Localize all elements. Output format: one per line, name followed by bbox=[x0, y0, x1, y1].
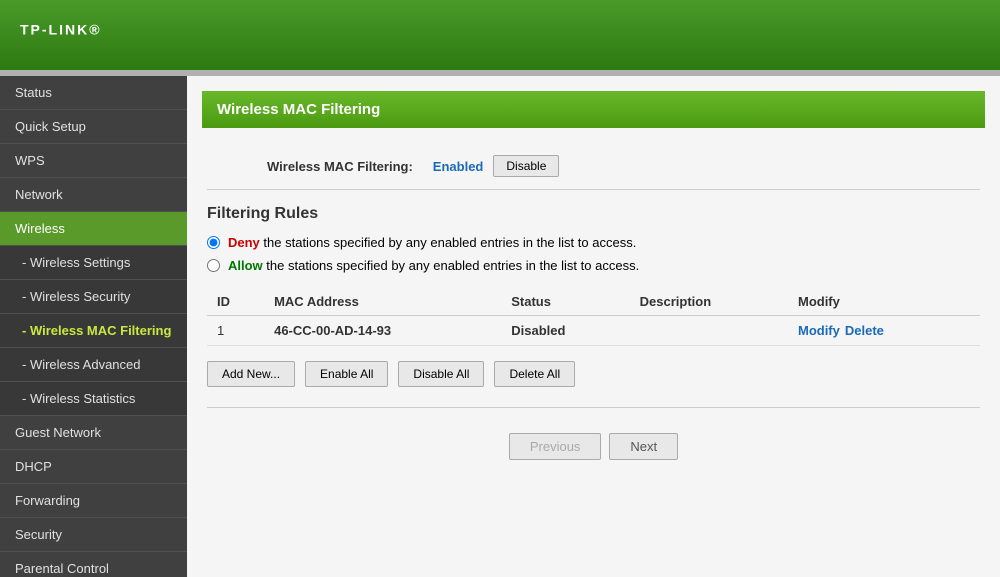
filtering-label: Wireless MAC Filtering: bbox=[267, 159, 413, 174]
deny-rule-row: Deny the stations specified by any enabl… bbox=[207, 235, 980, 250]
enable-all-button[interactable]: Enable All bbox=[305, 361, 388, 387]
previous-button[interactable]: Previous bbox=[509, 433, 602, 460]
sidebar-item-security[interactable]: Security bbox=[0, 518, 187, 552]
col-mac: MAC Address bbox=[264, 288, 501, 316]
filtering-rules-section: Filtering Rules Deny the stations specif… bbox=[207, 205, 980, 273]
mac-table: ID MAC Address Status Description Modify… bbox=[207, 288, 980, 346]
sidebar-item-network[interactable]: Network bbox=[0, 178, 187, 212]
delete-all-button[interactable]: Delete All bbox=[494, 361, 575, 387]
deny-rule-text: the stations specified by any enabled en… bbox=[263, 235, 636, 250]
disable-all-button[interactable]: Disable All bbox=[398, 361, 484, 387]
sidebar-item-wireless-statistics[interactable]: - Wireless Statistics bbox=[0, 382, 187, 416]
modify-link[interactable]: Modify bbox=[798, 323, 840, 338]
table-header-row: ID MAC Address Status Description Modify bbox=[207, 288, 980, 316]
status-row: Wireless MAC Filtering: Enabled Disable bbox=[207, 143, 980, 190]
allow-rule-text: the stations specified by any enabled en… bbox=[266, 258, 639, 273]
sidebar-item-wireless-advanced[interactable]: - Wireless Advanced bbox=[0, 348, 187, 382]
add-new-button[interactable]: Add New... bbox=[207, 361, 295, 387]
logo: TP-LINK® bbox=[20, 17, 102, 54]
deny-word: Deny bbox=[228, 235, 260, 250]
col-modify: Modify bbox=[788, 288, 980, 316]
sidebar-item-dhcp[interactable]: DHCP bbox=[0, 450, 187, 484]
sidebar-item-wireless-settings[interactable]: - Wireless Settings bbox=[0, 246, 187, 280]
page-title: Wireless MAC Filtering bbox=[217, 101, 970, 118]
table-row: 146-CC-00-AD-14-93Disabled Modify Delete bbox=[207, 316, 980, 346]
content-inner: Wireless MAC Filtering: Enabled Disable … bbox=[187, 128, 1000, 485]
cell-id: 1 bbox=[207, 316, 264, 346]
page-title-bar: Wireless MAC Filtering bbox=[202, 91, 985, 128]
next-button[interactable]: Next bbox=[609, 433, 678, 460]
col-description: Description bbox=[630, 288, 788, 316]
pagination: Previous Next bbox=[207, 423, 980, 470]
mac-table-body: 146-CC-00-AD-14-93Disabled Modify Delete bbox=[207, 316, 980, 346]
cell-status: Disabled bbox=[501, 316, 629, 346]
sidebar-item-wireless-security[interactable]: - Wireless Security bbox=[0, 280, 187, 314]
sidebar: StatusQuick SetupWPSNetworkWireless- Wir… bbox=[0, 76, 187, 577]
sidebar-item-forwarding[interactable]: Forwarding bbox=[0, 484, 187, 518]
sidebar-item-wireless-mac-filtering[interactable]: - Wireless MAC Filtering bbox=[0, 314, 187, 348]
status-enabled-text: Enabled bbox=[433, 159, 484, 174]
logo-mark: ® bbox=[89, 21, 101, 37]
deny-radio[interactable] bbox=[207, 236, 220, 249]
sidebar-item-parental-control[interactable]: Parental Control bbox=[0, 552, 187, 577]
content-area: Wireless MAC Filtering Wireless MAC Filt… bbox=[187, 76, 1000, 577]
sidebar-item-guest-network[interactable]: Guest Network bbox=[0, 416, 187, 450]
content-divider bbox=[207, 407, 980, 408]
logo-text: TP-LINK bbox=[20, 21, 89, 37]
col-status: Status bbox=[501, 288, 629, 316]
sidebar-item-quick-setup[interactable]: Quick Setup bbox=[0, 110, 187, 144]
main-layout: StatusQuick SetupWPSNetworkWireless- Wir… bbox=[0, 76, 1000, 577]
cell-description bbox=[630, 316, 788, 346]
disable-button[interactable]: Disable bbox=[493, 155, 559, 177]
cell-modify: Modify Delete bbox=[788, 316, 980, 346]
cell-mac: 46-CC-00-AD-14-93 bbox=[264, 316, 501, 346]
allow-word: Allow bbox=[228, 258, 263, 273]
allow-rule-row: Allow the stations specified by any enab… bbox=[207, 258, 980, 273]
sidebar-item-status[interactable]: Status bbox=[0, 76, 187, 110]
header: TP-LINK® bbox=[0, 0, 1000, 70]
col-id: ID bbox=[207, 288, 264, 316]
filtering-rules-title: Filtering Rules bbox=[207, 205, 980, 223]
action-buttons: Add New... Enable All Disable All Delete… bbox=[207, 361, 980, 387]
allow-radio[interactable] bbox=[207, 259, 220, 272]
sidebar-item-wps[interactable]: WPS bbox=[0, 144, 187, 178]
sidebar-item-wireless[interactable]: Wireless bbox=[0, 212, 187, 246]
delete-link[interactable]: Delete bbox=[845, 323, 884, 338]
